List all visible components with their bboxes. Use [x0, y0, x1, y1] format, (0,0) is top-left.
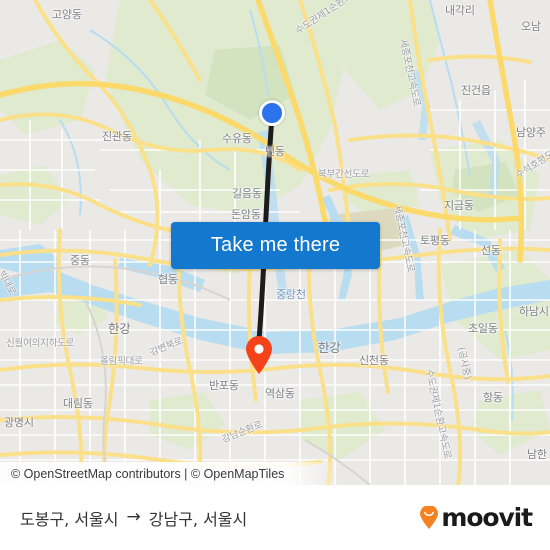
- route-origin-label: 도봉구, 서울시: [20, 509, 119, 529]
- origin-marker[interactable]: [259, 100, 285, 126]
- route-destination-label: 강남구, 서울시: [148, 509, 248, 529]
- map-canvas[interactable]: 고양동내각리오남수도권제1순환고속도로세종포천고속도로진건읍남양주진관동수유동번…: [0, 0, 550, 485]
- moovit-wordmark: moovit: [441, 503, 533, 532]
- take-me-there-button[interactable]: Take me there: [171, 222, 380, 269]
- card-footer: 도봉구, 서울시 → 강남구, 서울시 moovit: [0, 485, 550, 550]
- destination-marker[interactable]: [244, 335, 274, 375]
- attribution-text: © OpenStreetMap contributors | © OpenMap…: [11, 466, 285, 481]
- arrow-right-icon: →: [126, 507, 141, 527]
- route-summary: 도봉구, 서울시 → 강남구, 서울시: [20, 506, 247, 530]
- moovit-pin-icon: [420, 505, 439, 529]
- moovit-logo[interactable]: moovit: [418, 503, 533, 532]
- map-attribution[interactable]: © OpenStreetMap contributors | © OpenMap…: [0, 462, 550, 485]
- moovit-route-card: 고양동내각리오남수도권제1순환고속도로세종포천고속도로진건읍남양주진관동수유동번…: [0, 0, 550, 550]
